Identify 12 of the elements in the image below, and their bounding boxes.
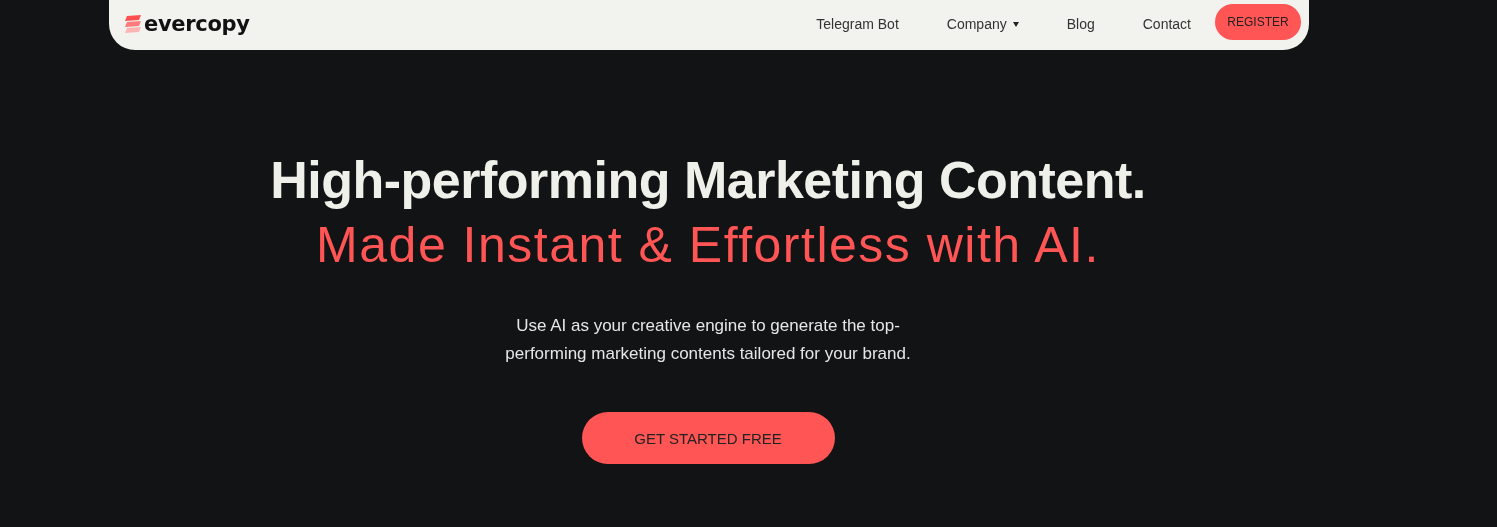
nav-link[interactable]: Blog bbox=[1066, 16, 1095, 32]
headline: High-performing Marketing Content. bbox=[270, 150, 1146, 210]
nav-link[interactable]: Company bbox=[946, 16, 1007, 32]
logo-text[interactable]: evercopy bbox=[144, 12, 250, 36]
get-started-button[interactable]: GET STARTED FREE bbox=[581, 412, 835, 464]
tagline: Made Instant & Effortless with AI. bbox=[316, 216, 1100, 274]
logo-icon bbox=[125, 15, 141, 33]
nav-link[interactable]: Contact bbox=[1142, 16, 1191, 32]
register-button[interactable]: REGISTER bbox=[1215, 4, 1301, 40]
hero-description: Use AI as your creative engine to generate the top-performing marketing contents tailored for your brand. bbox=[504, 315, 912, 365]
nav-link[interactable]: Telegram Bot bbox=[816, 16, 899, 32]
caret-icon[interactable] bbox=[1012, 21, 1019, 27]
